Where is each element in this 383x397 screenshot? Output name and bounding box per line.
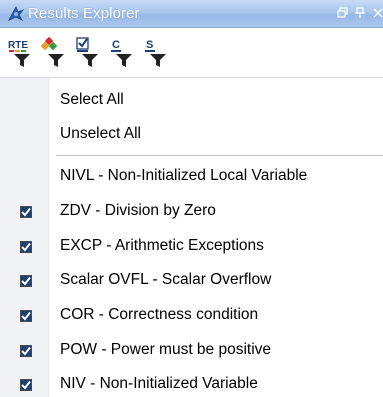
menu-item-cor[interactable]: COR - Correctness condition xyxy=(0,298,383,332)
menu-item-pow[interactable]: POW - Power must be positive xyxy=(0,333,383,367)
results-explorer-window: Results Explorer RTE C S Select All Unse… xyxy=(0,0,383,397)
pin-icon[interactable] xyxy=(353,5,367,21)
menu-item-excp[interactable]: EXCP - Arithmetic Exceptions xyxy=(0,229,383,263)
checkbox-checked-icon[interactable] xyxy=(20,241,32,253)
menu-item-label: NIVL - Non-Initialized Local Variable xyxy=(60,167,308,184)
menu-item-label: POW - Power must be positive xyxy=(60,341,272,358)
restore-icon[interactable] xyxy=(336,5,350,21)
rte-filter-button[interactable]: RTE xyxy=(6,36,36,70)
results-explorer-icon xyxy=(8,6,25,21)
menu-item-label: ZDV - Division by Zero xyxy=(60,202,216,219)
menu-item-label: EXCP - Arithmetic Exceptions xyxy=(60,237,264,254)
unselect-all-item[interactable]: Unselect All xyxy=(0,117,383,151)
close-icon[interactable] xyxy=(371,5,383,21)
menu-item-nivl[interactable]: NIVL - Non-Initialized Local Variable xyxy=(0,159,383,193)
color-filter-button[interactable] xyxy=(40,36,70,70)
filter-toolbar: RTE C S xyxy=(0,28,383,78)
menu-item-label: Scalar OVFL - Scalar Overflow xyxy=(60,271,272,288)
s-filter-text: S xyxy=(146,39,153,51)
s-filter-button[interactable]: S xyxy=(142,36,172,70)
menu-item-niv[interactable]: NIV - Non-Initialized Variable xyxy=(0,367,383,397)
menu-separator xyxy=(56,155,383,156)
title-bar[interactable]: Results Explorer xyxy=(0,0,383,28)
checkbox-checked-icon[interactable] xyxy=(20,275,32,287)
checked-filter-icon xyxy=(76,37,98,67)
menu-item-label: NIV - Non-Initialized Variable xyxy=(60,375,258,392)
select-all-item[interactable]: Select All xyxy=(0,83,383,117)
s-filter-icon: S xyxy=(145,39,166,67)
menu-item-scalar-ovfl[interactable]: Scalar OVFL - Scalar Overflow xyxy=(0,263,383,297)
color-filter-icon xyxy=(40,36,64,67)
unselect-all-label: Unselect All xyxy=(60,125,141,142)
checkbox-checked-icon[interactable] xyxy=(20,345,32,357)
c-filter-text: C xyxy=(112,39,120,51)
checkbox-checked-icon[interactable] xyxy=(20,310,32,322)
c-filter-icon: C xyxy=(111,39,132,67)
menu-item-zdv[interactable]: ZDV - Division by Zero xyxy=(0,194,383,228)
select-all-label: Select All xyxy=(60,91,124,108)
rte-filter-icon: RTE xyxy=(8,40,30,67)
checkbox-checked-icon[interactable] xyxy=(20,379,32,391)
checkbox-checked-icon[interactable] xyxy=(20,206,32,218)
filter-menu: Select All Unselect All NIVL - Non-Initi… xyxy=(0,78,383,397)
menu-item-label: COR - Correctness condition xyxy=(60,306,259,323)
checked-filter-button[interactable] xyxy=(74,36,104,70)
window-title: Results Explorer xyxy=(28,5,140,22)
c-filter-button[interactable]: C xyxy=(108,36,138,70)
rte-filter-text: RTE xyxy=(8,40,28,51)
